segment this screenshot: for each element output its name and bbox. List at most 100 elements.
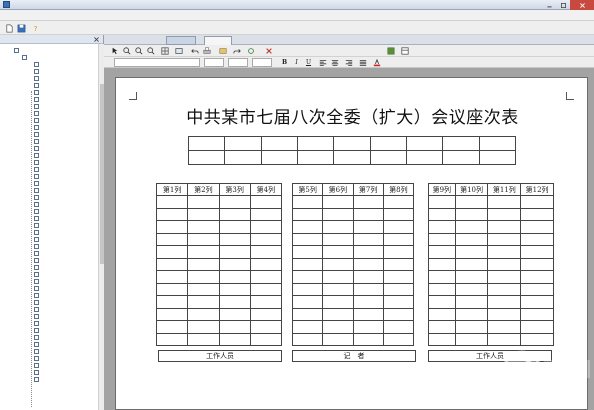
- zoom-in-button[interactable]: [122, 46, 132, 56]
- seat-cell[interactable]: [322, 307, 354, 321]
- seat-cell[interactable]: [249, 195, 283, 209]
- seat-cell[interactable]: [382, 307, 415, 321]
- seat-cell[interactable]: [291, 295, 324, 309]
- seat-cell[interactable]: [291, 232, 324, 246]
- seat-cell[interactable]: [218, 282, 251, 296]
- seat-cell[interactable]: [428, 220, 456, 234]
- seat-cell[interactable]: [382, 295, 415, 309]
- seat-cell[interactable]: [322, 270, 354, 284]
- seat-cell[interactable]: [520, 245, 554, 259]
- seat-cell[interactable]: [520, 320, 554, 334]
- tab-second[interactable]: [204, 36, 232, 45]
- seat-cell[interactable]: [218, 307, 251, 321]
- seat-cell[interactable]: [187, 232, 220, 246]
- seat-cell[interactable]: [487, 307, 522, 321]
- seat-cell[interactable]: [291, 282, 324, 296]
- tree-item[interactable]: [34, 215, 61, 222]
- tree-item[interactable]: [34, 194, 61, 201]
- seat-cell[interactable]: [291, 270, 324, 284]
- tree-item[interactable]: [34, 292, 61, 299]
- seat-cell[interactable]: [249, 282, 283, 296]
- seat-cell[interactable]: [218, 220, 251, 234]
- seat-cell[interactable]: [352, 207, 384, 221]
- tree-item[interactable]: [34, 264, 61, 271]
- tree-item[interactable]: [34, 138, 61, 145]
- seat-cell[interactable]: [428, 307, 456, 321]
- seat-cell[interactable]: [291, 245, 324, 259]
- tree-item[interactable]: [34, 243, 61, 250]
- seat-cell[interactable]: [218, 257, 251, 271]
- seat-cell[interactable]: [187, 150, 226, 165]
- tree-item[interactable]: [34, 236, 61, 243]
- seat-cell[interactable]: [155, 195, 189, 209]
- seat-cell[interactable]: [428, 245, 456, 259]
- seat-cell[interactable]: [382, 245, 415, 259]
- seat-cell[interactable]: [520, 220, 554, 234]
- seat-cell[interactable]: [487, 207, 522, 221]
- seat-cell[interactable]: [187, 270, 220, 284]
- seat-cell[interactable]: [454, 295, 489, 309]
- seat-cell[interactable]: [352, 257, 384, 271]
- seat-cell[interactable]: [454, 320, 489, 334]
- seat-cell[interactable]: [249, 245, 283, 259]
- tree-item[interactable]: [34, 299, 61, 306]
- seat-cell[interactable]: [187, 295, 220, 309]
- font-size-select[interactable]: [204, 58, 224, 67]
- seat-cell[interactable]: [260, 136, 298, 151]
- seat-cell[interactable]: [187, 136, 226, 151]
- seat-cell[interactable]: [249, 220, 283, 234]
- tree-item[interactable]: [34, 257, 61, 264]
- seat-cell[interactable]: [187, 282, 220, 296]
- seat-cell[interactable]: [520, 257, 554, 271]
- tree-item[interactable]: [34, 131, 61, 138]
- tab-first[interactable]: [166, 36, 196, 45]
- menu-settings[interactable]: [68, 10, 93, 21]
- close-button[interactable]: [570, 0, 594, 10]
- seat-cell[interactable]: [291, 257, 324, 271]
- seat-cell[interactable]: [249, 307, 283, 321]
- seat-cell[interactable]: [296, 150, 335, 165]
- seat-cell[interactable]: [291, 320, 324, 334]
- align-left-button[interactable]: [318, 58, 328, 68]
- tree-item[interactable]: [34, 222, 61, 229]
- tree-item[interactable]: [34, 180, 61, 187]
- seat-cell[interactable]: [155, 307, 189, 321]
- seat-cell[interactable]: [454, 207, 489, 221]
- seat-cell[interactable]: [155, 232, 189, 246]
- seat-cell[interactable]: [454, 332, 489, 346]
- image-button[interactable]: [218, 46, 228, 56]
- seat-cell[interactable]: [487, 295, 522, 309]
- tree-item[interactable]: [34, 159, 61, 166]
- seat-cell[interactable]: [224, 150, 262, 165]
- seat-cell[interactable]: [155, 282, 189, 296]
- tree-item[interactable]: [34, 208, 61, 215]
- tree-item[interactable]: [34, 348, 61, 355]
- tree-item[interactable]: [34, 306, 61, 313]
- seat-cell[interactable]: [291, 307, 324, 321]
- tree-item[interactable]: [34, 369, 61, 376]
- menu-edit[interactable]: [37, 10, 62, 21]
- seat-cell[interactable]: [322, 295, 354, 309]
- seat-cell[interactable]: [218, 320, 251, 334]
- seat-cell[interactable]: [249, 320, 283, 334]
- seat-cell[interactable]: [454, 307, 489, 321]
- tree-item[interactable]: [34, 250, 61, 257]
- seat-cell[interactable]: [155, 295, 189, 309]
- text-color-button[interactable]: [372, 58, 382, 68]
- redo-button[interactable]: [232, 46, 242, 56]
- tree-item[interactable]: [34, 166, 61, 173]
- seat-cell[interactable]: [454, 270, 489, 284]
- seat-cell[interactable]: [520, 195, 554, 209]
- seat-cell[interactable]: [382, 232, 415, 246]
- seat-cell[interactable]: [249, 270, 283, 284]
- align-center-button[interactable]: [330, 58, 340, 68]
- seat-cell[interactable]: [352, 320, 384, 334]
- seat-cell[interactable]: [291, 220, 324, 234]
- seat-cell[interactable]: [249, 232, 283, 246]
- seat-cell[interactable]: [454, 195, 489, 209]
- seat-cell[interactable]: [382, 320, 415, 334]
- tree-item[interactable]: [34, 334, 61, 341]
- tree-item[interactable]: [34, 82, 61, 89]
- seat-cell[interactable]: [249, 295, 283, 309]
- tree-item[interactable]: [34, 103, 61, 110]
